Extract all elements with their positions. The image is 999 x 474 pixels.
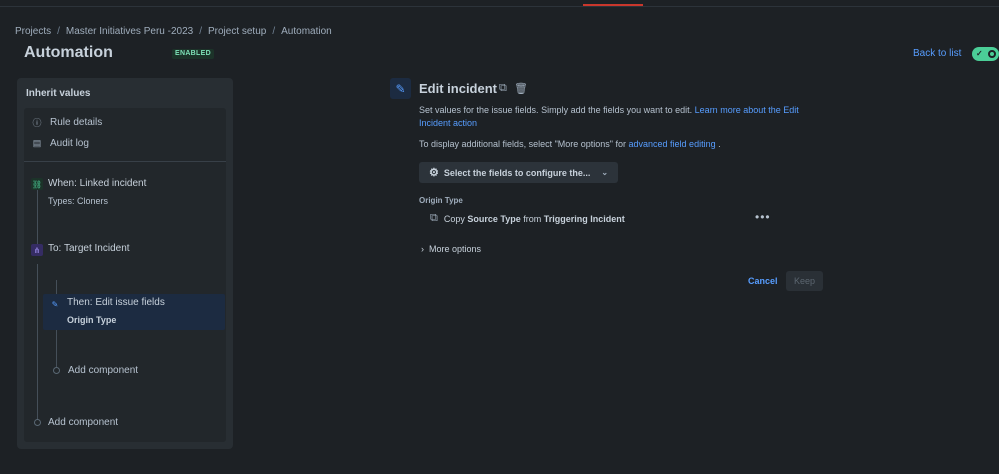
hint-text: To display additional fields, select "Mo…	[419, 139, 626, 149]
rule-steps-list: ⓘ Rule details ▤ Audit log ⛓ When: Linke…	[24, 108, 226, 442]
hint-end: .	[718, 139, 721, 149]
field-label: Origin Type	[419, 196, 463, 205]
connector-line	[37, 190, 38, 246]
advanced-editing-hint: To display additional fields, select "Mo…	[419, 139, 721, 149]
chevron-down-icon: ⌄	[601, 168, 609, 177]
field-value: Copy Source Type from Triggering Inciden…	[444, 214, 625, 224]
divider	[24, 161, 226, 162]
trash-icon[interactable]: 🗑	[514, 82, 528, 95]
breadcrumb-separator: /	[199, 25, 202, 37]
check-icon: ✓	[976, 49, 983, 58]
audit-log-label: Audit log	[50, 138, 89, 149]
connector-line	[37, 264, 38, 422]
rule-details-label: Rule details	[50, 117, 103, 128]
breadcrumb-separator: /	[272, 25, 276, 37]
toggle-knob	[988, 50, 996, 58]
breadcrumb-projects[interactable]: Projects	[15, 26, 51, 37]
top-navigation-bar	[0, 0, 999, 7]
more-options-label: More options	[429, 244, 482, 254]
action-step-subtitle: Origin Type	[67, 315, 117, 325]
add-component-outer-button[interactable]: Add component	[48, 417, 118, 428]
breadcrumb-project-setup[interactable]: Project setup	[208, 26, 266, 37]
field-value-source: Source Type	[467, 213, 521, 224]
select-fields-dropdown[interactable]: ⚙ Select the fields to configure the... …	[419, 162, 618, 183]
pencil-icon: ✎	[390, 78, 411, 99]
add-component-dot	[53, 367, 60, 374]
more-actions-icon[interactable]: •••	[755, 210, 771, 224]
branch-step-title[interactable]: To: Target Incident	[48, 243, 130, 254]
editor-title: Edit incident	[419, 81, 497, 96]
hierarchy-icon: ⋔	[31, 244, 43, 256]
field-value-middle: from	[523, 213, 542, 224]
field-value-prefix: Copy	[443, 213, 465, 224]
copy-icon: ⧉	[430, 212, 438, 224]
panel-heading: Inherit values	[26, 88, 91, 99]
document-icon: ▤	[32, 138, 42, 148]
add-component-inner-button[interactable]: Add component	[68, 365, 138, 376]
back-to-list-link[interactable]: Back to list	[913, 48, 961, 59]
gear-icon: ⚙	[429, 167, 439, 179]
chevron-right-icon: ›	[421, 244, 424, 254]
breadcrumb: Projects / Master Initiatives Peru -2023…	[15, 24, 332, 38]
status-badge: ENABLED	[172, 49, 214, 59]
info-icon: ⓘ	[32, 118, 42, 128]
breadcrumb-separator: /	[57, 25, 60, 37]
description-text: Set values for the issue fields. Simply …	[419, 105, 693, 115]
rule-details-item[interactable]: ⓘ Rule details	[32, 116, 102, 129]
action-step-selected[interactable]: ✎ Then: Edit issue fields Origin Type	[43, 294, 225, 330]
action-step-title: Then: Edit issue fields	[67, 297, 165, 308]
editor-description: Set values for the issue fields. Simply …	[419, 104, 819, 130]
pencil-icon: ✎	[51, 299, 59, 309]
breadcrumb-automation[interactable]: Automation	[281, 26, 332, 37]
link-icon: ⛓	[31, 178, 43, 190]
field-value-row[interactable]: ⧉ Copy Source Type from Triggering Incid…	[430, 212, 625, 225]
page-title: Automation	[24, 44, 113, 61]
rule-builder-panel: Inherit values ⓘ Rule details ▤ Audit lo…	[17, 78, 233, 449]
trigger-step-subtitle: Types: Cloners	[48, 196, 109, 206]
select-fields-label: Select the fields to configure the...	[443, 167, 591, 178]
advanced-field-editing-link[interactable]: advanced field editing	[629, 139, 716, 149]
add-component-dot	[34, 419, 41, 426]
cancel-button[interactable]: Cancel	[744, 271, 782, 291]
breadcrumb-project[interactable]: Master Initiatives Peru -2023	[66, 26, 193, 37]
copy-icon[interactable]: ⧉	[499, 82, 507, 95]
rule-enabled-toggle[interactable]: ✓	[972, 47, 999, 61]
field-value-target: Triggering Incident	[543, 213, 625, 224]
audit-log-item[interactable]: ▤ Audit log	[32, 138, 89, 149]
more-options-expander[interactable]: › More options	[421, 244, 481, 254]
keep-button[interactable]: Keep	[786, 271, 823, 291]
nav-indicator	[583, 4, 643, 6]
trigger-step-title[interactable]: When: Linked incident	[48, 178, 146, 189]
